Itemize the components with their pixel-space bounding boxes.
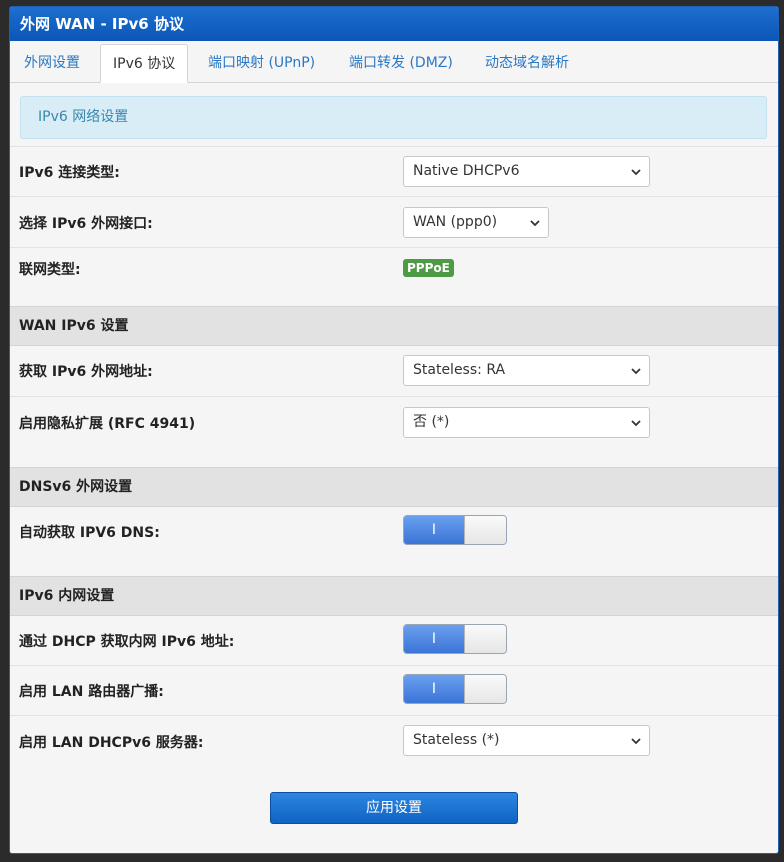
row-wan-addr: 获取 IPv6 外网地址: Stateless: RA bbox=[10, 346, 778, 396]
dhcp-lan-addr-label: 通过 DHCP 获取内网 IPv6 地址: bbox=[19, 634, 235, 650]
row-dhcp-lan-addr: 通过 DHCP 获取内网 IPv6 地址: I bbox=[10, 616, 778, 665]
tab-wan-settings[interactable]: 外网设置 bbox=[24, 44, 80, 83]
dhcpv6-server-label: 启用 LAN DHCPv6 服务器: bbox=[19, 735, 204, 751]
row-wan-iface: 选择 IPv6 外网接口: WAN (ppp0) bbox=[10, 196, 778, 247]
row-net-type: 联网类型: PPPoE bbox=[10, 247, 778, 306]
privacy-ext-select[interactable]: 否 (*) bbox=[403, 407, 650, 438]
router-adv-label: 启用 LAN 路由器广播: bbox=[19, 684, 164, 700]
dhcp-lan-addr-toggle[interactable]: I bbox=[403, 624, 507, 654]
wan-iface-value: WAN (ppp0) bbox=[413, 214, 498, 230]
toggle-on-indicator: I bbox=[404, 625, 464, 653]
chevron-down-icon bbox=[631, 738, 641, 745]
tab-port-mapping-upnp[interactable]: 端口映射 (UPnP) bbox=[208, 44, 315, 83]
router-adv-toggle[interactable]: I bbox=[403, 674, 507, 704]
chevron-down-icon bbox=[530, 220, 540, 227]
row-dhcpv6-server: 启用 LAN DHCPv6 服务器: Stateless (*) bbox=[10, 715, 778, 767]
toggle-on-indicator: I bbox=[404, 516, 464, 544]
privacy-ext-value: 否 (*) bbox=[413, 414, 450, 430]
row-auto-dns: 自动获取 IPV6 DNS: I bbox=[10, 507, 778, 576]
tab-port-forward-dmz[interactable]: 端口转发 (DMZ) bbox=[349, 44, 453, 83]
wan-addr-value: Stateless: RA bbox=[413, 362, 506, 378]
section-lan-ipv6: IPv6 内网设置 bbox=[10, 576, 778, 616]
wan-addr-select[interactable]: Stateless: RA bbox=[403, 355, 650, 386]
tab-bar: 外网设置 IPv6 协议 端口映射 (UPnP) 端口转发 (DMZ) 动态域名… bbox=[10, 41, 778, 83]
auto-dns-label: 自动获取 IPV6 DNS: bbox=[19, 525, 160, 541]
wan-iface-select[interactable]: WAN (ppp0) bbox=[403, 207, 549, 238]
dhcpv6-server-select[interactable]: Stateless (*) bbox=[403, 725, 650, 756]
row-router-adv: 启用 LAN 路由器广播: I bbox=[10, 665, 778, 715]
toggle-knob bbox=[464, 516, 506, 544]
dhcpv6-server-value: Stateless (*) bbox=[413, 732, 500, 748]
wan-ipv6-panel: 外网 WAN - IPv6 协议 外网设置 IPv6 协议 端口映射 (UPnP… bbox=[9, 6, 779, 854]
net-type-label: 联网类型: bbox=[19, 262, 81, 278]
toggle-knob bbox=[464, 675, 506, 703]
auto-dns-toggle[interactable]: I bbox=[403, 515, 507, 545]
conn-type-label: IPv6 连接类型: bbox=[19, 165, 120, 181]
chevron-down-icon bbox=[631, 368, 641, 375]
toggle-knob bbox=[464, 625, 506, 653]
chevron-down-icon bbox=[631, 169, 641, 176]
conn-type-select[interactable]: Native DHCPv6 bbox=[403, 156, 650, 187]
net-type-badge: PPPoE bbox=[403, 259, 454, 277]
section-wan-ipv6: WAN IPv6 设置 bbox=[10, 306, 778, 346]
chevron-down-icon bbox=[631, 420, 641, 427]
privacy-ext-label: 启用隐私扩展 (RFC 4941) bbox=[19, 416, 196, 432]
apply-settings-button[interactable]: 应用设置 bbox=[270, 792, 518, 824]
panel-title: 外网 WAN - IPv6 协议 bbox=[10, 7, 778, 41]
tab-ddns[interactable]: 动态域名解析 bbox=[485, 44, 569, 83]
row-privacy-ext: 启用隐私扩展 (RFC 4941) 否 (*) bbox=[10, 396, 778, 467]
info-banner: IPv6 网络设置 bbox=[20, 96, 767, 139]
wan-iface-label: 选择 IPv6 外网接口: bbox=[19, 216, 153, 232]
tab-ipv6-protocol[interactable]: IPv6 协议 bbox=[100, 44, 189, 83]
row-conn-type: IPv6 连接类型: Native DHCPv6 bbox=[10, 146, 778, 196]
wan-addr-label: 获取 IPv6 外网地址: bbox=[19, 364, 153, 380]
toggle-on-indicator: I bbox=[404, 675, 464, 703]
section-dnsv6: DNSv6 外网设置 bbox=[10, 467, 778, 507]
conn-type-value: Native DHCPv6 bbox=[413, 163, 520, 179]
